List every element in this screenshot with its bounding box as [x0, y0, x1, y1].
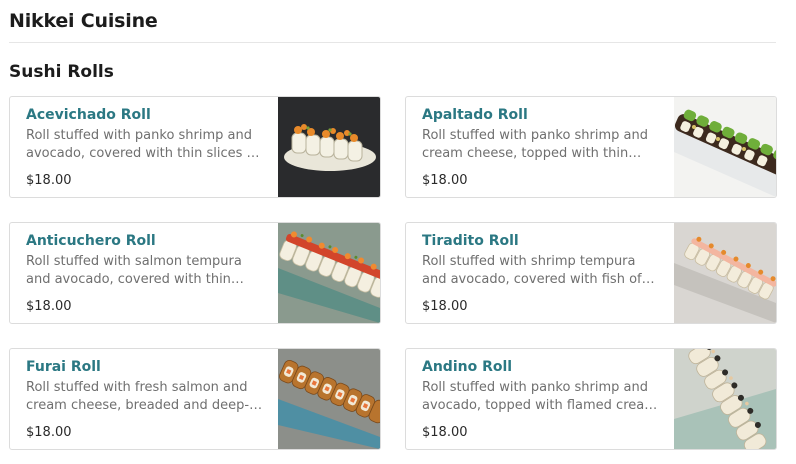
section-divider: [9, 42, 776, 43]
menu-item-description: Roll stuffed with panko shrimp and avoca…: [26, 128, 260, 161]
menu-item-card[interactable]: Furai Roll Roll stuffed with fresh salmo…: [9, 348, 381, 450]
menu-item-card[interactable]: Anticuchero Roll Roll stuffed with salmo…: [9, 222, 381, 324]
tiradito-roll-image: [674, 223, 776, 323]
menu-item-name: Andino Roll: [422, 359, 513, 375]
menu-item-description: Roll stuffed with shrimp tempura and avo…: [422, 254, 655, 287]
menu-item-info: Acevichado Roll Roll stuffed with panko …: [10, 97, 278, 197]
menu-item-description: Roll stuffed with panko shrimp and avoca…: [422, 380, 658, 413]
menu-item-info: Apaltado Roll Roll stuffed with panko sh…: [406, 97, 674, 197]
menu-page: Nikkei Cuisine Sushi Rolls Acevichado Ro…: [0, 0, 796, 464]
subsection-title: Sushi Rolls: [9, 62, 114, 82]
menu-item-card[interactable]: Acevichado Roll Roll stuffed with panko …: [9, 96, 381, 198]
menu-items-grid: Acevichado Roll Roll stuffed with panko …: [9, 96, 777, 450]
sushi-roll-photo: [674, 349, 776, 449]
apaltado-roll-image: [674, 97, 776, 197]
menu-item-price: $18.00: [26, 173, 72, 188]
menu-item-card[interactable]: Andino Roll Roll stuffed with panko shri…: [405, 348, 777, 450]
menu-item-price: $18.00: [422, 425, 468, 440]
menu-item-price: $18.00: [422, 173, 468, 188]
menu-item-name: Furai Roll: [26, 359, 101, 375]
menu-item-info: Tiradito Roll Roll stuffed with shrimp t…: [406, 223, 674, 323]
menu-item-info: Anticuchero Roll Roll stuffed with salmo…: [10, 223, 278, 323]
menu-item-description: Roll stuffed with fresh salmon and cream…: [26, 380, 263, 413]
sushi-roll-photo: [278, 349, 380, 449]
menu-item-info: Andino Roll Roll stuffed with panko shri…: [406, 349, 674, 449]
section-title: Nikkei Cuisine: [9, 10, 158, 32]
sushi-roll-photo: [278, 223, 380, 323]
menu-item-description: Roll stuffed with salmon tempura and avo…: [26, 254, 244, 287]
acevichado-roll-image: [278, 97, 380, 197]
andino-roll-image: [674, 349, 776, 449]
menu-item-name: Acevichado Roll: [26, 107, 151, 123]
menu-item-card[interactable]: Apaltado Roll Roll stuffed with panko sh…: [405, 96, 777, 198]
menu-item-description: Roll stuffed with panko shrimp and cream…: [422, 128, 649, 161]
menu-item-card[interactable]: Tiradito Roll Roll stuffed with shrimp t…: [405, 222, 777, 324]
furai-roll-image: [278, 349, 380, 449]
menu-item-info: Furai Roll Roll stuffed with fresh salmo…: [10, 349, 278, 449]
menu-item-name: Apaltado Roll: [422, 107, 528, 123]
sushi-roll-photo: [674, 97, 776, 197]
menu-item-name: Anticuchero Roll: [26, 233, 156, 249]
menu-item-price: $18.00: [422, 299, 468, 314]
menu-item-name: Tiradito Roll: [422, 233, 519, 249]
sushi-roll-photo: [278, 97, 380, 197]
menu-item-price: $18.00: [26, 299, 72, 314]
sushi-roll-photo: [674, 223, 776, 323]
anticuchero-roll-image: [278, 223, 380, 323]
menu-item-price: $18.00: [26, 425, 72, 440]
